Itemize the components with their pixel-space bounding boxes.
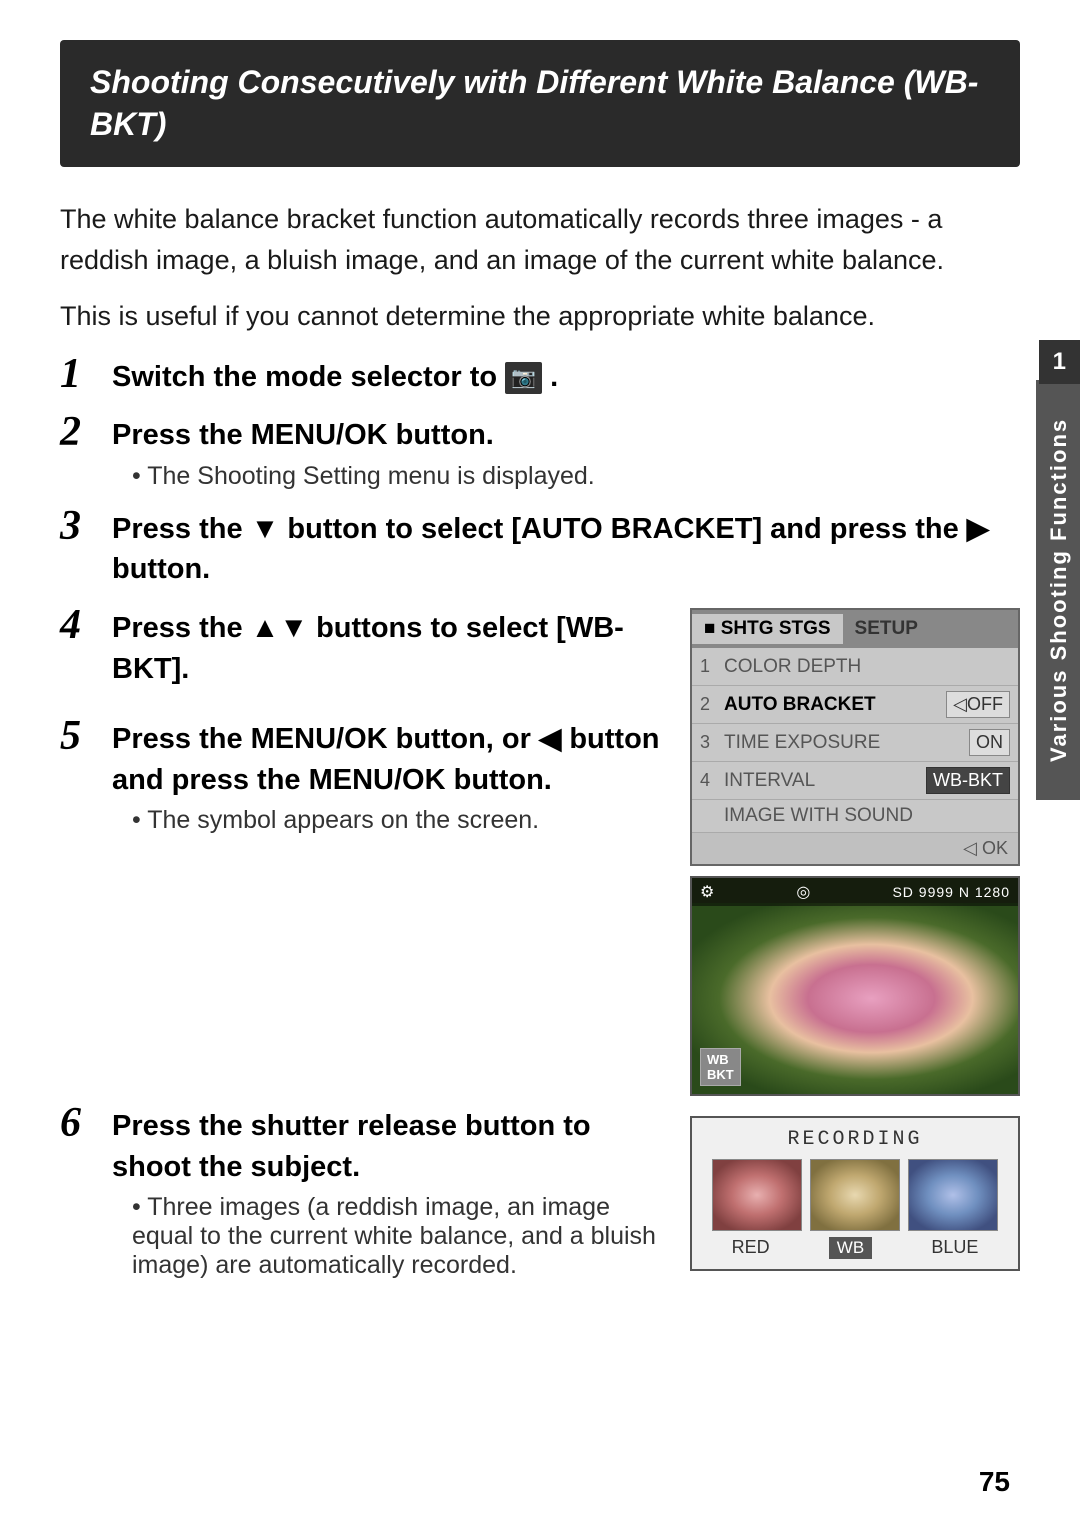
- thumb-red: [712, 1159, 802, 1231]
- step-5-sub: The symbol appears on the screen.: [112, 806, 670, 835]
- wb-bkt-badge: WBBKT: [700, 1048, 741, 1086]
- camera-icon: 📷: [505, 362, 542, 394]
- thumb-wb: [810, 1159, 900, 1231]
- step-6-number: 6: [60, 1102, 112, 1144]
- recording-labels: RED WB BLUE: [702, 1237, 1008, 1259]
- label-red: RED: [732, 1237, 770, 1259]
- vf-settings-icon: ⚙: [700, 882, 714, 902]
- header-banner: Shooting Consecutively with Different Wh…: [60, 40, 1020, 167]
- recording-section: RECORDING RED WB BLUE: [690, 1116, 1020, 1271]
- step-1: 1 Switch the mode selector to 📷 .: [60, 357, 1020, 398]
- steps-container: 1 Switch the mode selector to 📷 . 2 Pres…: [60, 357, 1020, 1299]
- vf-center-icon: ◎: [796, 882, 810, 902]
- step-6-container: 6 Press the shutter release button to sh…: [60, 1106, 1020, 1298]
- menu-row-4: 4 INTERVAL WB-BKT: [692, 762, 1018, 800]
- step-1-number: 1: [60, 353, 112, 395]
- label-blue: BLUE: [931, 1237, 978, 1259]
- step-4-number: 4: [60, 604, 112, 646]
- step-4: 4 Press the ▲▼ buttons to select [WB-BKT…: [60, 608, 670, 689]
- step-6-left: 6 Press the shutter release button to sh…: [60, 1106, 670, 1298]
- recording-images: [702, 1159, 1008, 1231]
- step-2: 2 Press the MENU/OK button. The Shooting…: [60, 415, 1020, 491]
- steps-4-5-left: 4 Press the ▲▼ buttons to select [WB-BKT…: [60, 608, 670, 1096]
- step-2-title: Press the MENU/OK button.: [112, 415, 1020, 456]
- recording-label: RECORDING: [702, 1128, 1008, 1151]
- step-2-number: 2: [60, 411, 112, 453]
- step-4-content: Press the ▲▼ buttons to select [WB-BKT].: [112, 608, 670, 689]
- page-title: Shooting Consecutively with Different Wh…: [90, 62, 990, 145]
- menu-row-5: IMAGE WITH SOUND: [692, 800, 1018, 833]
- step-2-content: Press the MENU/OK button. The Shooting S…: [112, 415, 1020, 491]
- step-1-content: Switch the mode selector to 📷 .: [112, 357, 1020, 398]
- vf-flower-bg: [692, 903, 1018, 1094]
- intro-para-2: This is useful if you cannot determine t…: [60, 296, 1020, 337]
- vf-indicator: SD 9999 N 1280: [892, 884, 1010, 900]
- menu-header: ■ SHTG STGS SETUP: [692, 610, 1018, 648]
- thumb-blue: [908, 1159, 998, 1231]
- step-3-title: Press the ▼ button to select [AUTO BRACK…: [112, 509, 1020, 590]
- menu-footer: ◁ OK: [692, 833, 1018, 864]
- camera-menu: ■ SHTG STGS SETUP 1 COLOR DEPTH 2 AUTO B…: [690, 608, 1020, 866]
- menu-tab-setup: SETUP: [843, 614, 930, 644]
- menu-tab-shtg: ■ SHTG STGS: [692, 614, 843, 644]
- sidebar-tab-label: Various Shooting Functions: [1046, 418, 1072, 762]
- step-3-content: Press the ▼ button to select [AUTO BRACK…: [112, 509, 1020, 590]
- menu-row-1: 1 COLOR DEPTH: [692, 648, 1018, 686]
- step-3-number: 3: [60, 505, 112, 547]
- page-container: Shooting Consecutively with Different Wh…: [0, 0, 1080, 1528]
- steps-4-5-images: ■ SHTG STGS SETUP 1 COLOR DEPTH 2 AUTO B…: [690, 608, 1020, 1096]
- step-1-title-text: Switch the mode selector to: [112, 361, 505, 393]
- step-6-title: Press the shutter release button to shoo…: [112, 1106, 670, 1187]
- sidebar-tab: Various Shooting Functions: [1036, 380, 1080, 800]
- step-2-sub: The Shooting Setting menu is displayed.: [112, 462, 1020, 491]
- step-5-number: 5: [60, 715, 112, 757]
- step-1-title: Switch the mode selector to 📷 .: [112, 357, 1020, 398]
- vf-top-bar: ⚙ ◎ SD 9999 N 1280: [692, 878, 1018, 906]
- step-6: 6 Press the shutter release button to sh…: [60, 1106, 670, 1280]
- steps-4-5-container: 4 Press the ▲▼ buttons to select [WB-BKT…: [60, 608, 1020, 1096]
- step-4-title: Press the ▲▼ buttons to select [WB-BKT].: [112, 608, 670, 689]
- label-wb: WB: [829, 1237, 872, 1259]
- step-1-title-period: .: [550, 361, 558, 393]
- camera-viewfinder: ⚙ ◎ SD 9999 N 1280 WBBKT: [690, 876, 1020, 1096]
- step-6-content: Press the shutter release button to shoo…: [112, 1106, 670, 1280]
- menu-row-3: 3 TIME EXPOSURE ON: [692, 724, 1018, 762]
- step-6-right: RECORDING RED WB BLUE: [690, 1106, 1020, 1298]
- page-number: 75: [979, 1466, 1010, 1498]
- step-5-title: Press the MENU/OK button, or ◀ button an…: [112, 719, 670, 800]
- step-5-content: Press the MENU/OK button, or ◀ button an…: [112, 719, 670, 835]
- step-6-sub: Three images (a reddish image, an image …: [112, 1193, 670, 1280]
- menu-row-2: 2 AUTO BRACKET ◁OFF: [692, 686, 1018, 724]
- chapter-marker: 1: [1039, 340, 1080, 384]
- intro-para-1: The white balance bracket function autom…: [60, 199, 1020, 280]
- step-5: 5 Press the MENU/OK button, or ◀ button …: [60, 719, 670, 835]
- step-3: 3 Press the ▼ button to select [AUTO BRA…: [60, 509, 1020, 590]
